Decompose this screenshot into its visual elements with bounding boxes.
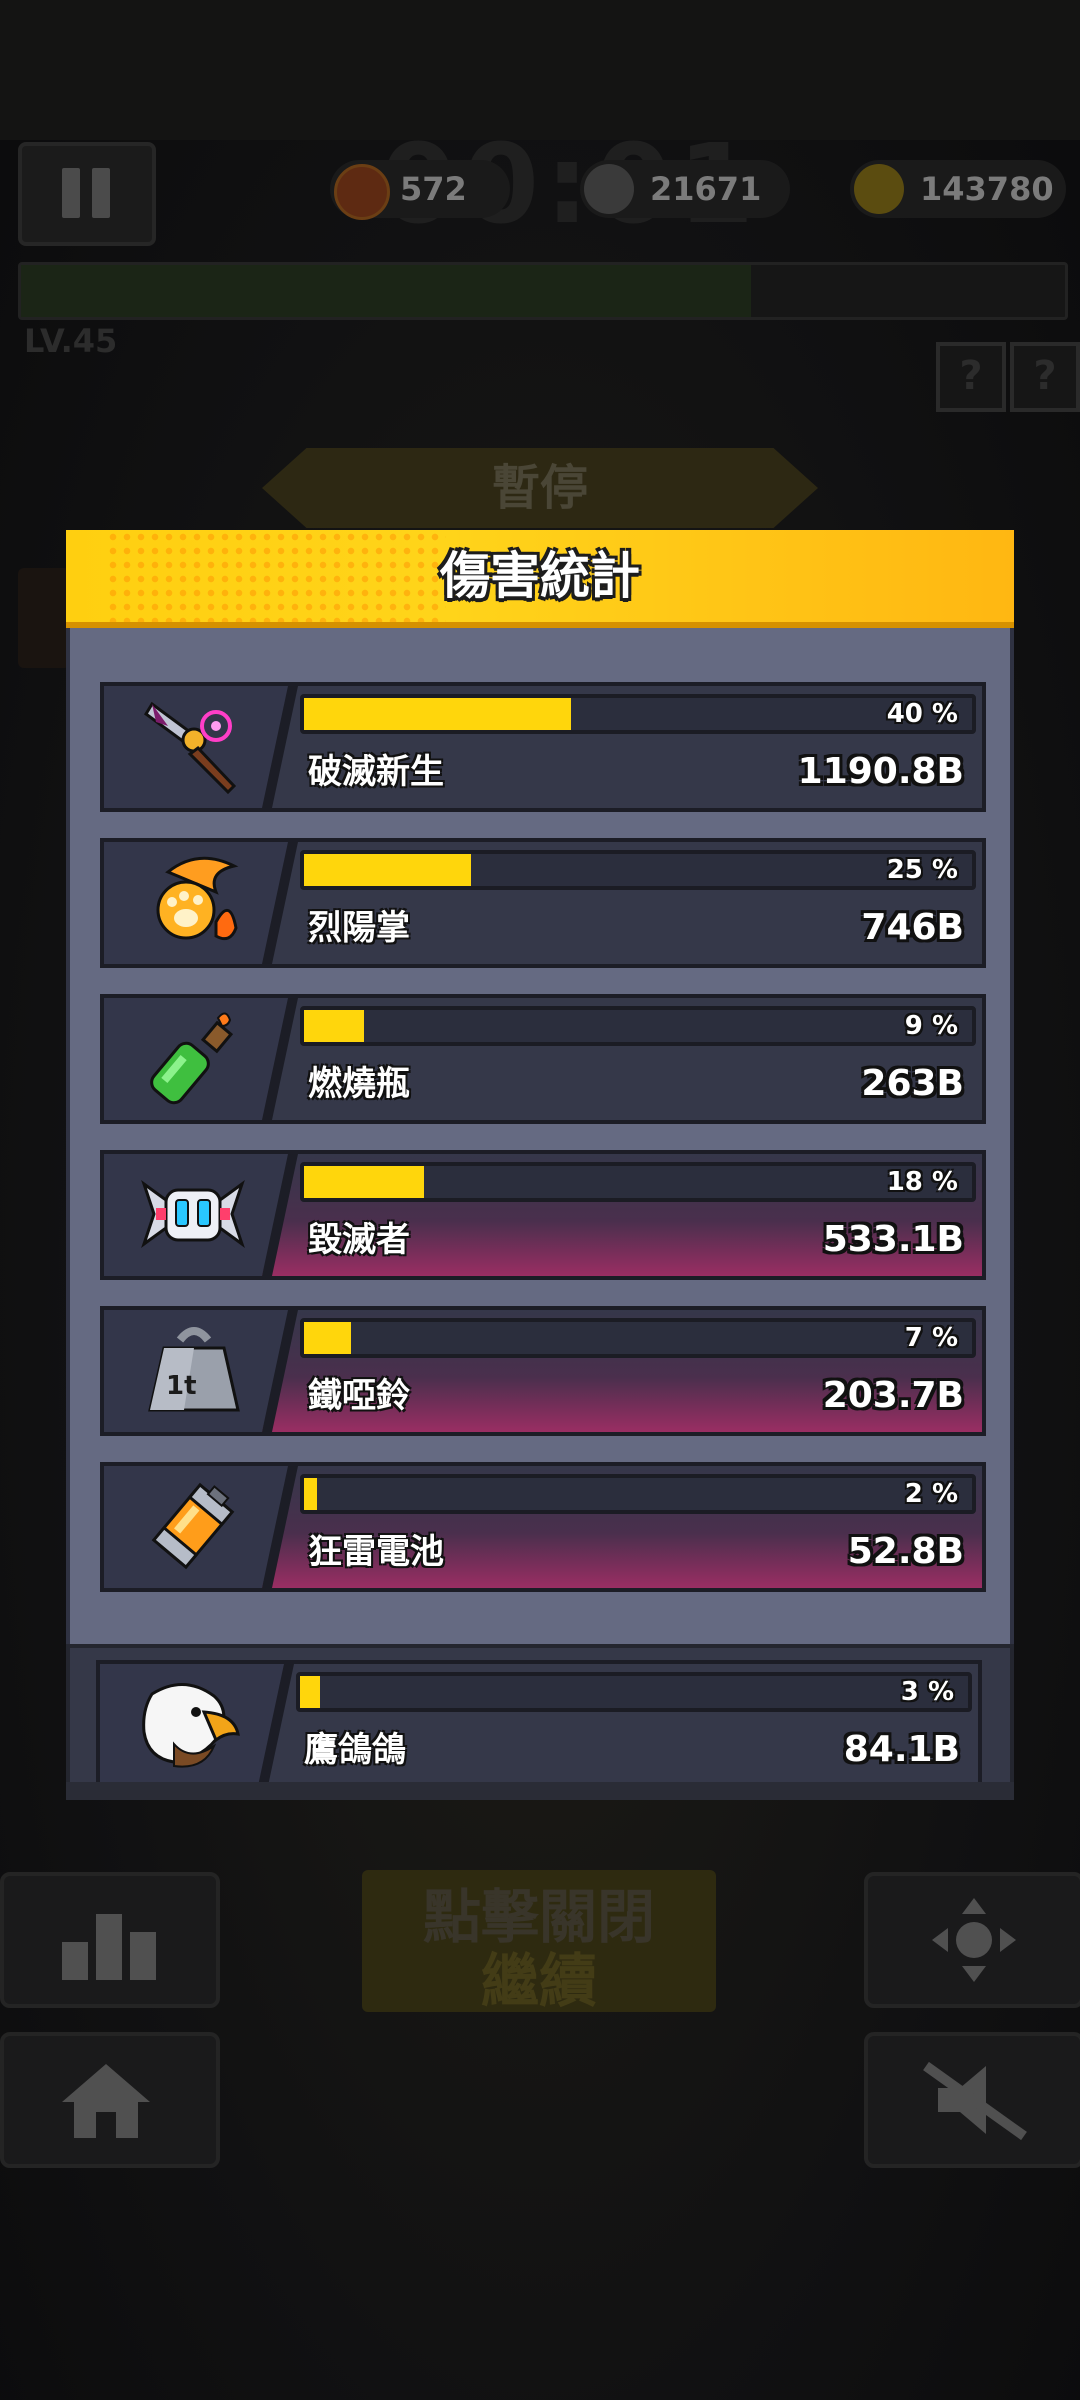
molotov-bottle-icon (150, 1012, 234, 1105)
thunder-battery-icon (151, 1482, 235, 1570)
iron-weight-icon: 1t (148, 1327, 240, 1412)
mute-icon (923, 2061, 1027, 2141)
weapon-row: 18 % 毀滅者 533.1B (100, 1150, 986, 1280)
damage-bar: 40 % (300, 694, 976, 734)
weapon-row: 40 % 破滅新生 1190.8B (100, 682, 986, 812)
skull-icon (584, 164, 634, 214)
panel-title: 傷害統計 (440, 547, 640, 605)
hearts-value: 572 (400, 170, 467, 208)
weapon-name: 鐵啞鈴 (308, 1376, 410, 1416)
weapon-icon-cell (104, 842, 290, 964)
pet-section: 3 % 鷹鴿鴿 84.1B (66, 1644, 1014, 1794)
weapon-icon-cell (104, 998, 290, 1120)
weapon-row: 2 % 狂雷電池 52.8B (100, 1462, 986, 1592)
continue-label: 繼續 (480, 1947, 597, 2015)
damage-percent: 7 % (904, 1323, 958, 1353)
coins-value: 143780 (920, 170, 1054, 208)
pause-button[interactable] (18, 142, 156, 246)
destroyer-drone-icon (141, 1180, 245, 1248)
mystery-box-icon: ? (1010, 342, 1080, 412)
pause-banner: 暫停 (262, 448, 818, 528)
pet-row: 3 % 鷹鴿鴿 84.1B (96, 1660, 982, 1790)
pause-icon-bar (92, 168, 110, 218)
damage-bar-fill (304, 1322, 351, 1354)
damage-bar: 9 % (300, 1006, 976, 1046)
weapon-list: 40 % 破滅新生 1190.8B 25 % 烈陽掌 746B 9 % 燃燒瓶 … (66, 628, 1014, 1644)
damage-percent: 18 % (886, 1167, 958, 1197)
damage-bar-fill (304, 1166, 425, 1198)
damage-percent: 9 % (904, 1011, 958, 1041)
kills-value: 21671 (650, 170, 762, 208)
weapon-icon-cell (104, 1466, 290, 1588)
mystery-box-icon: ? (936, 342, 1006, 412)
purple-glaive-icon (144, 701, 237, 795)
xp-bar (18, 262, 1068, 320)
damage-value: 84.1B (843, 1729, 960, 1770)
pause-icon-bar (62, 168, 80, 218)
damage-stats-panel: 傷害統計 40 % 破滅新生 1190.8B 25 % 烈陽掌 746B 9 %… (66, 530, 1014, 1800)
panel-header: 傷害統計 (66, 530, 1014, 628)
weapon-name: 破滅新生 (308, 752, 444, 792)
pet-icon-cell (100, 1664, 286, 1786)
panel-bottom-edge (66, 1782, 1014, 1800)
pause-title: 暫停 (491, 460, 588, 516)
side-indicator (18, 568, 70, 668)
damage-value: 533.1B (822, 1219, 964, 1260)
home-button[interactable] (0, 2032, 220, 2168)
level-label: LV.45 (24, 322, 118, 360)
weapon-name: 烈陽掌 (308, 908, 410, 948)
weapon-row: 9 % 燃燒瓶 263B (100, 994, 986, 1124)
damage-value: 52.8B (847, 1531, 964, 1572)
weapon-row: 1t 7 % 鐵啞鈴 203.7B (100, 1306, 986, 1436)
damage-percent: 25 % (886, 855, 958, 885)
damage-bar: 3 % (296, 1672, 972, 1712)
joystick-icon (932, 1898, 1016, 1982)
damage-value: 1190.8B (797, 751, 964, 792)
mute-button[interactable] (864, 2032, 1080, 2168)
damage-value: 263B (861, 1063, 964, 1104)
svg-text:1t: 1t (166, 1371, 197, 1401)
coins-counter: 143780 (850, 160, 1066, 218)
fire-paw-icon (156, 856, 239, 941)
continue-button[interactable]: 點擊關閉 繼續 (362, 1870, 716, 2015)
damage-percent: 3 % (900, 1677, 954, 1707)
damage-bar-fill (304, 1010, 365, 1042)
weapon-name: 毀滅者 (308, 1220, 410, 1260)
weapon-icon-cell: 1t (104, 1310, 290, 1432)
top-strip (0, 0, 1080, 140)
hearts-counter: 572 (330, 160, 510, 220)
damage-bar-fill (304, 854, 471, 886)
damage-value: 203.7B (822, 1375, 964, 1416)
weapon-row: 25 % 烈陽掌 746B (100, 838, 986, 968)
damage-bar: 7 % (300, 1318, 976, 1358)
pet-name: 鷹鴿鴿 (304, 1730, 406, 1770)
bar-chart-icon (62, 1914, 156, 1980)
damage-value: 746B (861, 907, 964, 948)
damage-bar-fill (304, 1478, 318, 1510)
damage-bar: 18 % (300, 1162, 976, 1202)
coin-icon (854, 164, 904, 214)
eagle-pet-icon (142, 1683, 240, 1768)
damage-bar-fill (304, 698, 572, 730)
damage-bar: 2 % (300, 1474, 976, 1514)
xp-fill (21, 265, 751, 317)
damage-percent: 40 % (886, 699, 958, 729)
weapon-icon-cell (104, 686, 290, 808)
move-control-button[interactable] (864, 1872, 1080, 2008)
kills-counter: 21671 (580, 160, 790, 218)
damage-bar-fill (300, 1676, 321, 1708)
weapon-name: 狂雷電池 (308, 1532, 444, 1572)
weapon-name: 燃燒瓶 (308, 1064, 410, 1104)
damage-bar: 25 % (300, 850, 976, 890)
heart-icon (334, 164, 390, 220)
weapon-icon-cell (104, 1154, 290, 1276)
damage-percent: 2 % (904, 1479, 958, 1509)
home-icon (62, 2064, 150, 2138)
stats-button[interactable] (0, 1872, 220, 2008)
